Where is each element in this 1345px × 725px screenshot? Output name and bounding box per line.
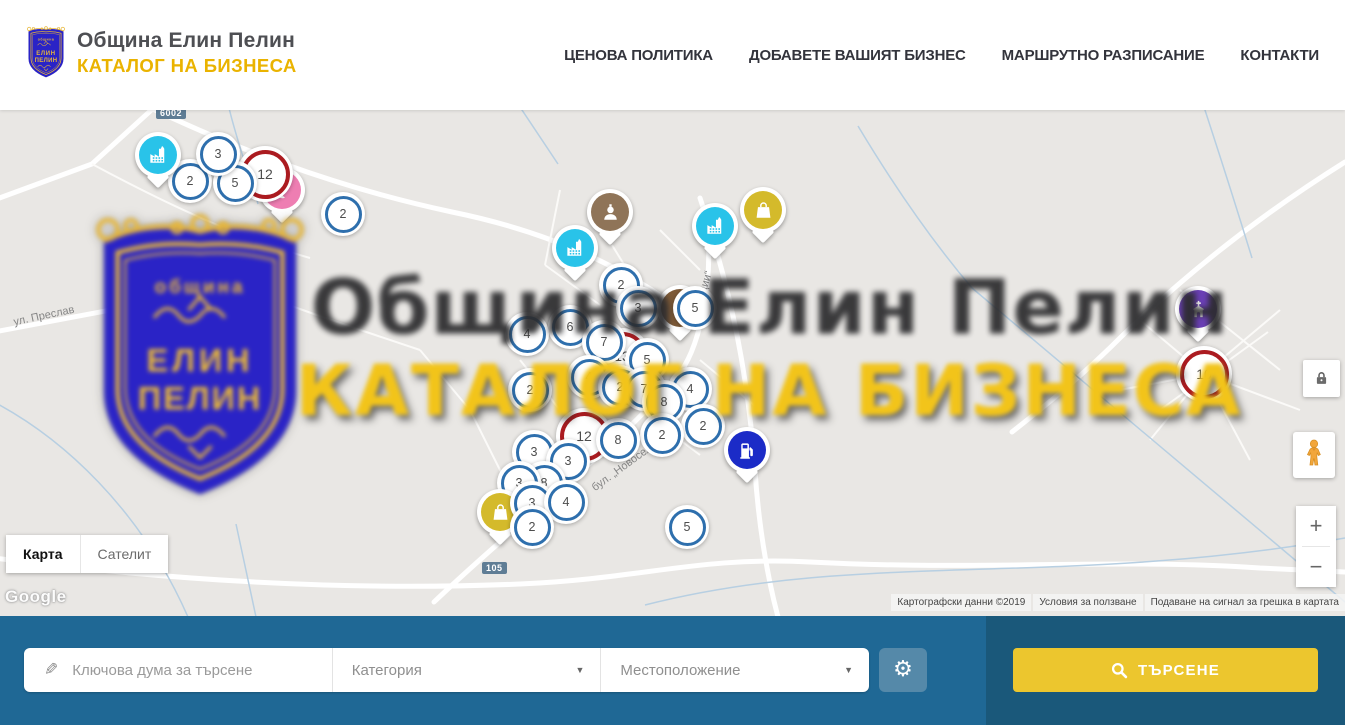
zoom-out-button[interactable]: − xyxy=(1296,547,1336,587)
map-cluster-marker[interactable]: 10 xyxy=(1176,346,1232,402)
map-pin-factory[interactable] xyxy=(692,203,738,249)
map-type-map-button[interactable]: Карта xyxy=(6,535,80,573)
map-cluster-marker[interactable]: 5 xyxy=(673,286,717,330)
report-error-link[interactable]: Подаване на сигнал за грешка в картата xyxy=(1145,594,1345,611)
pencil-icon: ✎ xyxy=(44,660,58,680)
header: Община Елин Пелин КАТАЛОГ НА БИЗНЕСА ЦЕН… xyxy=(0,0,1345,110)
category-dropdown[interactable]: Категория ▼ xyxy=(332,648,601,692)
business-catalog-page: Община Елин Пелин КАТАЛОГ НА БИЗНЕСА ЦЕН… xyxy=(0,0,1345,725)
map-cluster-marker[interactable]: 2 xyxy=(508,368,552,412)
main-nav: ЦЕНОВА ПОЛИТИКА ДОБАВЕТЕ ВАШИЯТ БИЗНЕС М… xyxy=(564,0,1319,110)
factory-icon xyxy=(564,237,587,260)
map-cluster-marker[interactable]: 4 xyxy=(505,312,549,356)
map-pin-church[interactable] xyxy=(1175,286,1221,332)
worker-icon xyxy=(599,201,622,224)
terms-link[interactable]: Условия за ползване xyxy=(1033,594,1142,611)
pegman-control[interactable] xyxy=(1293,432,1335,478)
nav-route-schedule[interactable]: МАРШРУТНО РАЗПИСАНИЕ xyxy=(1002,47,1205,64)
factory-icon xyxy=(147,144,170,167)
map-cluster-marker[interactable]: 3 xyxy=(616,286,660,330)
google-logo[interactable]: Google xyxy=(5,587,67,607)
search-input[interactable] xyxy=(70,661,331,680)
lock-button[interactable] xyxy=(1303,360,1340,397)
zoom-control: + − xyxy=(1296,506,1336,587)
map-cluster-marker[interactable]: 2 xyxy=(321,192,365,236)
location-dropdown[interactable]: Местоположение ▼ xyxy=(600,648,869,692)
map-pin-factory[interactable] xyxy=(135,132,181,178)
map-cluster-marker[interactable]: 3 xyxy=(196,132,240,176)
map-cluster-marker[interactable]: 2 xyxy=(640,413,684,457)
map-copyright: Картографски данни ©2019 xyxy=(891,594,1031,611)
map-type-control: Карта Сателит xyxy=(6,535,168,573)
pegman-icon xyxy=(1301,438,1327,472)
search-fields: ✎ Категория ▼ Местоположение ▼ xyxy=(24,648,869,692)
map-cluster-marker[interactable]: 2 xyxy=(681,404,725,448)
map-attribution: Картографски данни ©2019 Условия за полз… xyxy=(891,594,1345,611)
search-bar: ✎ Категория ▼ Местоположение ▼ ⚙ ТЪРСЕНЕ xyxy=(0,616,1345,725)
map-pin-bag[interactable] xyxy=(740,187,786,233)
nav-add-your-business[interactable]: ДОБАВЕТЕ ВАШИЯТ БИЗНЕС xyxy=(749,47,966,64)
search-icon xyxy=(1111,662,1128,679)
advanced-settings-button[interactable]: ⚙ xyxy=(879,648,927,692)
logo-link[interactable]: Община Елин Пелин КАТАЛОГ НА БИЗНЕСА xyxy=(25,26,297,79)
map-pin-factory[interactable] xyxy=(552,225,598,271)
map-marker-layer: 122532231356475422748221283383342510 xyxy=(0,110,1345,617)
search-button[interactable]: ТЪРСЕНЕ xyxy=(1013,648,1318,692)
site-subtitle: КАТАЛОГ НА БИЗНЕСА xyxy=(77,55,297,77)
municipality-crest-icon xyxy=(25,26,67,79)
church-icon xyxy=(1187,298,1210,321)
keyword-field[interactable]: ✎ xyxy=(24,648,332,692)
zoom-in-button[interactable]: + xyxy=(1296,506,1336,546)
bag-icon xyxy=(489,501,512,524)
factory-icon xyxy=(704,215,727,238)
search-button-label: ТЪРСЕНЕ xyxy=(1138,662,1220,679)
fuel-icon xyxy=(736,439,759,462)
map-type-satellite-button[interactable]: Сателит xyxy=(80,535,169,573)
nav-contacts[interactable]: КОНТАКТИ xyxy=(1240,47,1319,64)
chevron-down-icon: ▼ xyxy=(575,665,584,675)
gear-icon: ⚙ xyxy=(893,659,913,681)
chevron-down-icon: ▼ xyxy=(844,665,853,675)
site-title: Община Елин Пелин xyxy=(77,29,297,53)
location-label: Местоположение xyxy=(620,662,740,679)
map-canvas[interactable]: 6002105 ул. Преславбул. „Новоселции“ 122… xyxy=(0,110,1345,617)
map-pin-fuel[interactable] xyxy=(724,427,770,473)
map-cluster-marker[interactable]: 2 xyxy=(510,505,554,549)
bag-icon xyxy=(752,199,775,222)
lock-icon xyxy=(1313,370,1330,387)
map-cluster-marker[interactable]: 5 xyxy=(665,505,709,549)
nav-pricing-policy[interactable]: ЦЕНОВА ПОЛИТИКА xyxy=(564,47,713,64)
map-cluster-marker[interactable]: 8 xyxy=(596,418,640,462)
category-label: Категория xyxy=(352,662,422,679)
